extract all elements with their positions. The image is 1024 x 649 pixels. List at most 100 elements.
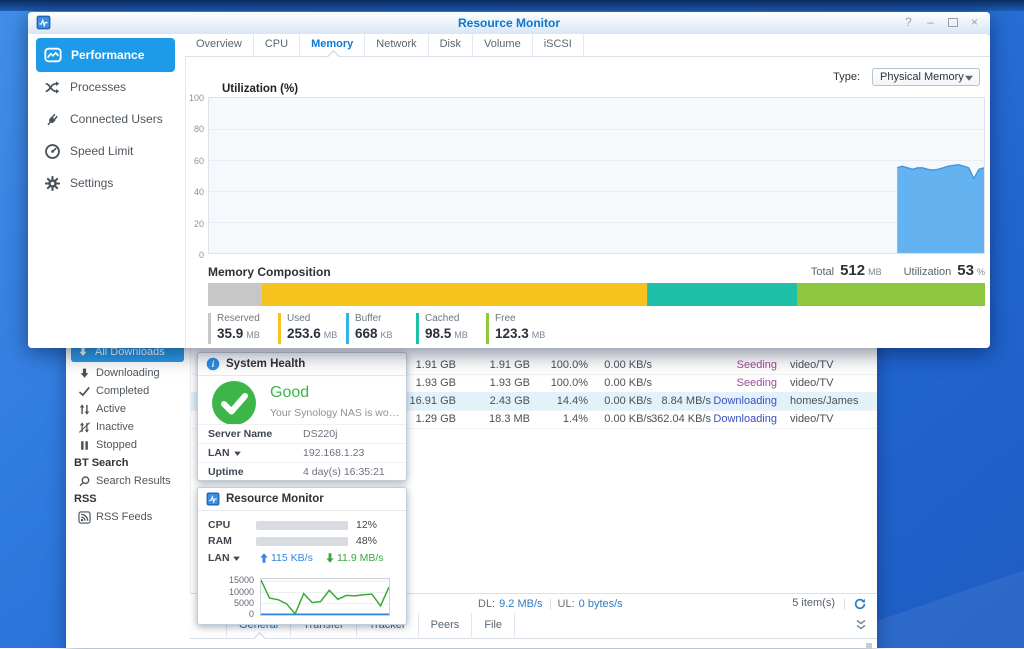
cell: 14.4% xyxy=(557,392,588,410)
sidebar-item-stopped[interactable]: Stopped xyxy=(66,436,190,454)
maximize-icon[interactable] xyxy=(945,14,960,31)
health-status-text: Good xyxy=(270,384,309,402)
processes-icon xyxy=(44,79,61,96)
sidebar-item-connected-users[interactable]: Connected Users xyxy=(36,107,175,131)
lan-history-chart xyxy=(260,578,390,616)
sidebar-item-rss-feeds[interactable]: RSS Feeds xyxy=(66,508,190,526)
items-count: 5 item(s) xyxy=(792,597,835,609)
sidebar-item-label: Speed Limit xyxy=(70,144,133,158)
sidebar-item-downloading[interactable]: Downloading xyxy=(66,364,190,382)
refresh-icon[interactable] xyxy=(853,597,867,611)
mini-chart-y-tick: 15000 xyxy=(206,575,254,585)
info-label: Uptime xyxy=(208,463,244,482)
type-select-value: Physical Memory xyxy=(880,69,964,85)
titlebar[interactable]: Resource Monitor ?–× xyxy=(28,12,990,35)
legend-unit: MB xyxy=(454,330,468,340)
tab-volume[interactable]: Volume xyxy=(473,34,533,56)
cell: 1.29 GB xyxy=(416,410,456,428)
sidebar-item-settings[interactable]: Settings xyxy=(36,171,175,195)
close-icon[interactable]: × xyxy=(967,14,982,31)
memory-type-select[interactable]: Physical Memory xyxy=(872,68,980,86)
memory-segment-used xyxy=(262,283,647,306)
legend-unit: MB xyxy=(246,330,260,340)
tab-cpu[interactable]: CPU xyxy=(254,34,300,56)
memory-composition-bar xyxy=(208,283,985,306)
upload-arrow-icon xyxy=(260,553,268,563)
detail-content-panel xyxy=(190,638,877,648)
lan-download: 11.9 MB/s xyxy=(326,551,384,565)
info-value: DS220j xyxy=(303,425,337,444)
info-value: 192.168.1.23 xyxy=(303,444,364,463)
connected-users-icon xyxy=(44,111,61,128)
total-unit: MB xyxy=(868,267,882,277)
cell: 0.00 KB/s xyxy=(604,356,652,374)
cell: 100.0% xyxy=(551,356,588,374)
info-value: 4 day(s) 16:35:21 xyxy=(303,463,385,482)
download-icon xyxy=(78,367,91,380)
caret-down-icon xyxy=(233,556,240,561)
legend-value: 253.6MB xyxy=(287,325,337,344)
destination-cell: video/TV xyxy=(790,374,833,392)
desktop-top-strip xyxy=(0,0,1024,11)
info-label[interactable]: LAN xyxy=(208,444,241,463)
sidebar-section-bt-search: BT Search xyxy=(74,454,128,472)
destination-cell: video/TV xyxy=(790,410,833,428)
sidebar-item-processes[interactable]: Processes xyxy=(36,75,175,99)
info-row-lan: LAN 192.168.1.23 xyxy=(198,443,406,463)
sidebar-item-completed[interactable]: Completed xyxy=(66,382,190,400)
y-axis-tick: 40 xyxy=(174,187,204,197)
tab-overview[interactable]: Overview xyxy=(185,34,254,56)
tab-network[interactable]: Network xyxy=(365,34,428,56)
sidebar-item-label: RSS Feeds xyxy=(96,511,152,523)
help-icon[interactable]: ? xyxy=(901,14,916,31)
lan-row: LAN 115 KB/s 11.9 MB/s xyxy=(198,551,406,565)
tab-peers[interactable]: Peers xyxy=(419,613,473,637)
ram-usage-value: 48% xyxy=(356,534,377,548)
rss-icon xyxy=(78,511,91,524)
memory-segment-cached xyxy=(648,283,797,306)
chevron-double-down-icon[interactable] xyxy=(855,619,867,631)
tab-file[interactable]: File xyxy=(472,613,515,637)
sidebar-item-search-results[interactable]: Search Results xyxy=(66,472,190,490)
sidebar-item-speed-limit[interactable]: Speed Limit xyxy=(36,139,175,163)
cell: 100.0% xyxy=(551,374,588,392)
legend-cached: Cached98.5MB xyxy=(416,313,468,344)
lan-label[interactable]: LAN xyxy=(208,551,240,565)
sidebar-item-label: Stopped xyxy=(96,439,137,451)
mini-chart-y-tick: 5000 xyxy=(206,598,254,608)
divider xyxy=(550,599,551,610)
sidebar-item-inactive[interactable]: Inactive xyxy=(66,418,190,436)
status-badge: Seeding xyxy=(737,356,777,374)
cpu-label: CPU xyxy=(208,518,230,532)
legend-unit: KB xyxy=(381,330,393,340)
dl-value: 9.2 MB/s xyxy=(499,598,542,610)
ram-usage-row: RAM 48% xyxy=(198,534,406,548)
sidebar-item-label: Processes xyxy=(70,80,126,94)
sidebar-item-label: Completed xyxy=(96,385,149,397)
sidebar-item-label: Settings xyxy=(70,176,113,190)
mini-chart-y-tick: 0 xyxy=(206,609,254,619)
tab-iscsi[interactable]: iSCSI xyxy=(533,34,584,56)
sidebar-item-active[interactable]: Active xyxy=(66,400,190,418)
chart-title: Utilization (%) xyxy=(222,83,298,95)
cell: 18.3 MB xyxy=(489,410,530,428)
info-icon: i xyxy=(206,357,220,371)
speed-limit-icon xyxy=(44,143,61,160)
memory-totals: Total 512 MB Utilization 53 % xyxy=(811,262,985,279)
resource-monitor-icon xyxy=(206,492,220,506)
legend-label: Reserved xyxy=(217,313,260,325)
type-label: Type: xyxy=(833,68,860,86)
cell: 8.84 MB/s xyxy=(661,392,711,410)
memory-composition-title: Memory Composition xyxy=(208,265,331,279)
minimize-icon[interactable]: – xyxy=(923,14,938,31)
widget-title: Resource Monitor xyxy=(226,488,324,510)
sidebar-item-label: Connected Users xyxy=(70,112,163,126)
tab-disk[interactable]: Disk xyxy=(429,34,473,56)
scrollbar-fragment[interactable] xyxy=(866,643,872,649)
ul-label: UL: xyxy=(558,598,575,610)
active-arrows-icon xyxy=(78,403,91,416)
total-value: 512 xyxy=(840,262,865,279)
legend-value: 123.3MB xyxy=(495,325,545,344)
cell: 16.91 GB xyxy=(410,392,456,410)
sidebar-item-performance[interactable]: Performance xyxy=(36,38,175,72)
